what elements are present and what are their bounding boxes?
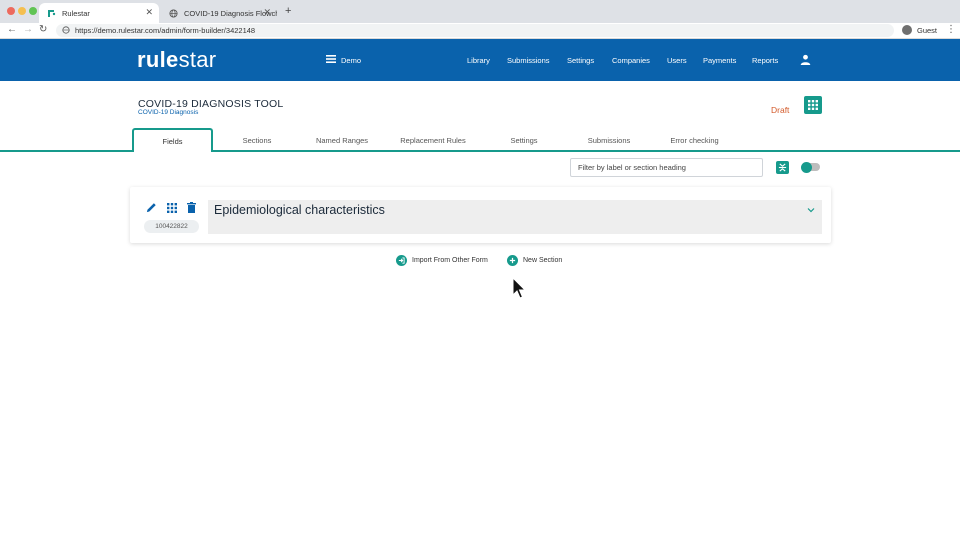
tab-replacement-rules[interactable]: Replacement Rules: [390, 128, 476, 152]
tab-error-checking[interactable]: Error checking: [657, 128, 732, 152]
nav-settings[interactable]: Settings: [567, 56, 594, 65]
organization-switcher[interactable]: Demo: [326, 55, 361, 65]
user-account-icon[interactable]: [800, 54, 811, 65]
collapse-all-button[interactable]: [776, 161, 789, 174]
close-tab-icon[interactable]: ✕: [145, 7, 153, 18]
import-label: Import From Other Form: [412, 257, 488, 264]
section-tools: [146, 202, 197, 213]
filter-input[interactable]: [570, 158, 763, 177]
nav-payments[interactable]: Payments: [703, 56, 736, 65]
section-id-chip: 100422822: [144, 220, 199, 233]
address-bar[interactable]: https://demo.rulestar.com/admin/form-bui…: [56, 24, 894, 37]
apps-grid-button[interactable]: [804, 96, 822, 114]
nav-submissions[interactable]: Submissions: [507, 56, 550, 65]
nav-reports[interactable]: Reports: [752, 56, 778, 65]
app-header: rulestar Demo Library Submissions Settin…: [0, 39, 960, 81]
reload-icon[interactable]: ↻: [39, 24, 47, 35]
profile-avatar-icon: [902, 25, 912, 35]
window-minimize-button[interactable]: [18, 7, 26, 15]
drag-grid-icon[interactable]: [166, 202, 177, 213]
apps-grid-icon: [808, 100, 818, 110]
profile-button[interactable]: Guest: [902, 25, 937, 35]
browser-tab-title: Rulestar: [62, 8, 90, 18]
forward-arrow-icon[interactable]: →: [23, 24, 33, 35]
nav-users[interactable]: Users: [667, 56, 687, 65]
globe-icon: [169, 8, 178, 18]
close-tab-icon[interactable]: ✕: [263, 7, 271, 18]
new-tab-button[interactable]: +: [285, 5, 291, 17]
browser-menu-icon[interactable]: ⋮: [946, 24, 956, 35]
tab-named-ranges[interactable]: Named Ranges: [302, 128, 382, 152]
info-icon: [62, 25, 70, 36]
browser-tab-bar: Rulestar ✕ COVID-19 Diagnosis Flowchart …: [0, 0, 960, 23]
tab-submissions[interactable]: Submissions: [574, 128, 644, 152]
plus-icon: [507, 255, 518, 266]
page-subtitle: COVID-19 Diagnosis: [138, 109, 199, 116]
edit-pencil-icon[interactable]: [146, 202, 157, 213]
tab-sections[interactable]: Sections: [222, 128, 292, 152]
collapse-icon: [778, 163, 787, 172]
display-toggle[interactable]: [801, 161, 820, 173]
tab-settings[interactable]: Settings: [494, 128, 554, 152]
url-text: https://demo.rulestar.com/admin/form-bui…: [75, 26, 256, 35]
trash-icon[interactable]: [186, 202, 197, 213]
browser-tab-rulestar[interactable]: Rulestar ✕: [39, 3, 159, 23]
window-close-button[interactable]: [7, 7, 15, 15]
import-from-other-form-button[interactable]: Import From Other Form: [396, 255, 488, 266]
logo-light-text: star: [178, 47, 217, 72]
organization-name: Demo: [341, 55, 362, 65]
import-icon: [396, 255, 407, 266]
new-section-label: New Section: [523, 257, 563, 264]
profile-label: Guest: [917, 25, 938, 35]
window-maximize-button[interactable]: [29, 7, 37, 15]
logo-bold-text: rule: [137, 47, 179, 72]
back-arrow-icon[interactable]: ←: [7, 24, 17, 35]
rulestar-favicon-icon: [47, 9, 56, 18]
rulestar-logo[interactable]: rulestar: [137, 47, 216, 73]
list-icon: [326, 55, 336, 65]
browser-tab-flowchart[interactable]: COVID-19 Diagnosis Flowchart ✕: [161, 3, 277, 23]
chevron-down-icon[interactable]: [806, 205, 816, 215]
status-badge: Draft: [771, 105, 790, 115]
tab-fields[interactable]: Fields: [132, 128, 213, 154]
new-section-button[interactable]: New Section: [507, 255, 562, 266]
toggle-knob: [801, 161, 812, 173]
mouse-pointer-icon: [512, 277, 526, 299]
nav-companies[interactable]: Companies: [612, 56, 650, 65]
browser-toolbar: ← → ↻ https://demo.rulestar.com/admin/fo…: [0, 23, 960, 39]
section-heading: Epidemiological characteristics: [214, 203, 385, 217]
nav-library[interactable]: Library: [467, 56, 490, 65]
